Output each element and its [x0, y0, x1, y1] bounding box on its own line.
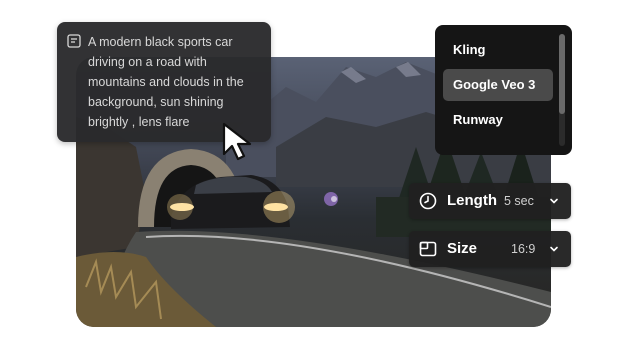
length-value: 5 sec	[504, 194, 534, 208]
chevron-down-icon[interactable]	[549, 244, 559, 254]
size-label: Size	[447, 240, 478, 257]
text-prompt-icon	[67, 34, 81, 48]
chevron-down-icon[interactable]	[549, 196, 559, 206]
model-option-kling[interactable]: Kling	[443, 34, 553, 66]
size-setting[interactable]: Size 16:9	[409, 231, 571, 267]
model-dropdown[interactable]: Kling Google Veo 3 Runway	[435, 25, 572, 155]
scrollbar-thumb[interactable]	[559, 34, 565, 114]
length-setting[interactable]: Length 5 sec	[409, 183, 571, 219]
size-value: 16:9	[511, 242, 536, 256]
model-option-runway[interactable]: Runway	[443, 104, 553, 136]
clock-icon	[419, 192, 437, 210]
model-dropdown-scrollbar[interactable]	[559, 34, 565, 146]
aspect-ratio-icon	[419, 241, 437, 257]
prompt-text: A modern black sports car driving on a r…	[88, 35, 244, 129]
mouse-cursor-icon	[222, 122, 252, 161]
model-option-google-veo-3[interactable]: Google Veo 3	[443, 69, 553, 101]
length-label: Length	[447, 192, 497, 209]
